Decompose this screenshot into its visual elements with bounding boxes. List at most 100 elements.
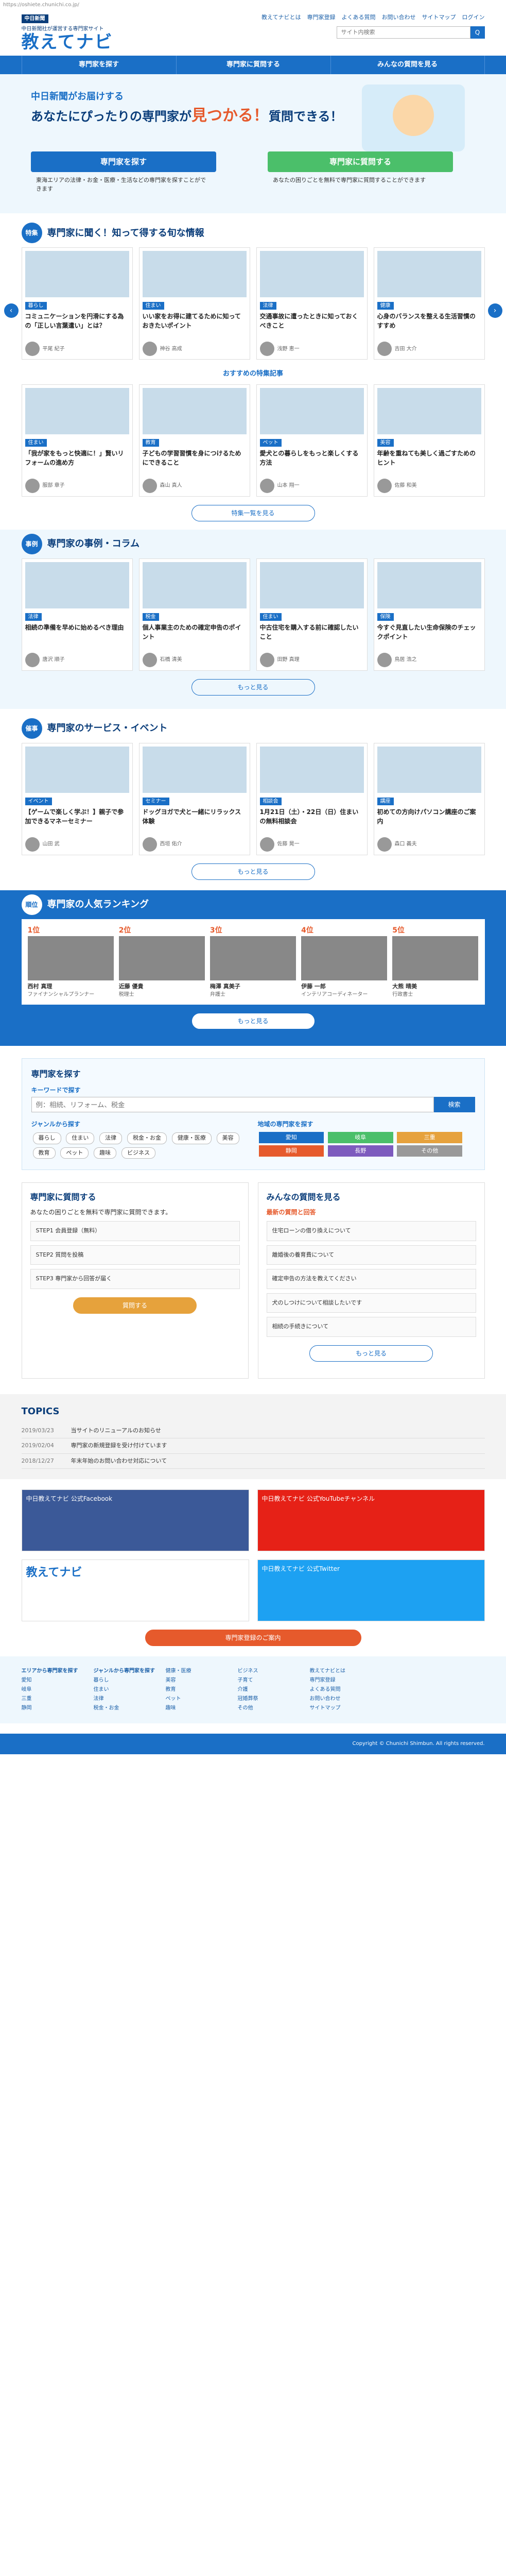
feature-card[interactable]: 法律 交通事故に遭ったときに知っておくべきこと 浅野 恵一 — [256, 247, 368, 360]
more-qa-button[interactable]: もっと見る — [309, 1345, 433, 1362]
more-ranking-button[interactable]: もっと見る — [191, 1013, 315, 1029]
genre-chip[interactable]: 暮らし — [32, 1132, 61, 1144]
more-features-button[interactable]: 特集一覧を見る — [191, 504, 315, 521]
genre-chip[interactable]: ペット — [60, 1147, 89, 1159]
expert-register-banner[interactable]: 専門家登録のご案内 — [145, 1630, 361, 1646]
feature-card[interactable]: 暮らし コミュニケーションを円滑にする為の「正しい言葉遣い」とは？ 平尾 紀子 — [21, 247, 133, 360]
hero-illustration — [362, 84, 465, 151]
area-button[interactable]: その他 — [397, 1145, 462, 1157]
expert-title: インテリアコーディネーター — [301, 992, 368, 997]
keyword-input[interactable] — [31, 1097, 434, 1112]
column-card[interactable]: 法律 相続の準備を早めに始めるべき理由 唐沢 順子 — [21, 558, 133, 671]
cta-ask-button[interactable]: 専門家に質問する — [268, 151, 453, 172]
footer-link[interactable]: 三重 — [22, 1696, 32, 1702]
ask-button[interactable]: 質問する — [73, 1297, 197, 1314]
carousel-prev-icon[interactable]: ‹ — [4, 303, 19, 318]
feature-card[interactable]: 教育 子どもの学習習慣を身につけるためにできること 森山 真人 — [138, 384, 250, 497]
feature-card[interactable]: 住まい いい家をお得に建てるために知っておきたいポイント 神谷 高成 — [138, 247, 250, 360]
ranking-item[interactable]: 5位 大熊 晴美 行政書士 — [392, 925, 479, 999]
header-link[interactable]: よくある質問 — [342, 13, 376, 22]
header-link[interactable]: 専門家登録 — [307, 13, 336, 22]
search-button[interactable]: Q — [470, 26, 485, 39]
footer-link[interactable]: その他 — [238, 1705, 253, 1711]
cta-search-button[interactable]: 専門家を探す — [31, 151, 216, 172]
ranking-item[interactable]: 1位 西村 真理 ファイナンシャルプランナー — [27, 925, 114, 999]
footer-link[interactable]: 趣味 — [166, 1705, 176, 1711]
footer-link[interactable]: 住まい — [94, 1687, 109, 1692]
footer-link[interactable]: よくある質問 — [310, 1687, 341, 1692]
facebook-banner[interactable]: 中日教えてナビ 公式Facebook — [21, 1489, 249, 1551]
hero-line2-a: あなたにぴったりの専門家が — [31, 109, 191, 124]
footer-link[interactable]: 子育て — [238, 1677, 253, 1683]
footer-link[interactable]: ビジネス — [238, 1668, 258, 1674]
header-link[interactable]: 教えてナビとは — [261, 13, 301, 22]
feature-card[interactable]: 美容 年齢を重ねても美しく過ごすためのヒント 佐藤 和美 — [373, 384, 485, 497]
area-button[interactable]: 岐阜 — [327, 1132, 393, 1143]
nav-item-search[interactable]: 専門家を探す — [21, 56, 176, 74]
event-card[interactable]: セミナー ドッグヨガで犬と一緒にリラックス体験 西垣 佑介 — [138, 742, 250, 855]
event-card[interactable]: 講座 初めての方向けパソコン講座のご案内 森口 義夫 — [373, 742, 485, 855]
keyword-search-button[interactable]: 検索 — [433, 1097, 475, 1112]
footer-link[interactable]: 愛知 — [22, 1677, 32, 1683]
footer-link[interactable]: 専門家登録 — [310, 1677, 336, 1683]
area-button[interactable]: 長野 — [327, 1145, 393, 1157]
header-link[interactable]: ログイン — [462, 13, 485, 22]
footer-link[interactable]: 介護 — [238, 1687, 248, 1692]
footer-link[interactable]: 静岡 — [22, 1705, 32, 1711]
header-link[interactable]: サイトマップ — [422, 13, 456, 22]
qa-item[interactable]: 相続の手続きについて — [266, 1317, 476, 1337]
topic-row[interactable]: 2019/03/23 当サイトのリニューアルのお知らせ — [21, 1423, 485, 1438]
feature-card[interactable]: 住まい 「我が家をもっと快適に！」賢いリフォームの進め方 服部 章子 — [21, 384, 133, 497]
area-button[interactable]: 愛知 — [258, 1132, 324, 1143]
topic-row[interactable]: 2019/02/04 専門家の新規登録を受け付けています — [21, 1438, 485, 1454]
footer-link[interactable]: 冠婚葬祭 — [238, 1696, 258, 1702]
ranking-item[interactable]: 4位 伊藤 一郎 インテリアコーディネーター — [301, 925, 388, 999]
footer-link[interactable]: ペット — [166, 1696, 181, 1702]
footer-link[interactable]: 税金・お金 — [94, 1705, 119, 1711]
qa-item[interactable]: 確定申告の方法を教えてください — [266, 1269, 476, 1289]
qa-item[interactable]: 住宅ローンの借り換えについて — [266, 1221, 476, 1241]
column-card[interactable]: 税金 個人事業主のための確定申告のポイント 石橋 清美 — [138, 558, 250, 671]
twitter-banner[interactable]: 中日教えてナビ 公式Twitter — [257, 1560, 485, 1621]
footer-link[interactable]: 美容 — [166, 1677, 176, 1683]
genre-chip[interactable]: 住まい — [66, 1132, 95, 1144]
footer-link[interactable]: お問い合わせ — [310, 1696, 341, 1702]
event-card[interactable]: 相談会 1月21日（土）・22日（日）住まいの無料相談会 佐藤 晃一 — [256, 742, 368, 855]
feature-card[interactable]: ペット 愛犬との暮らしをもっと楽しくする方法 山本 翔一 — [256, 384, 368, 497]
site-logo[interactable]: 中日新聞 中日新聞社が運営する専門家サイト 教えてナビ — [21, 13, 135, 52]
youtube-banner[interactable]: 中日教えてナビ 公式YouTubeチャンネル — [257, 1489, 485, 1551]
site-banner[interactable]: 教えてナビ — [21, 1560, 249, 1621]
column-card[interactable]: 保険 今すぐ見直したい生命保険のチェックポイント 鳥居 浩之 — [373, 558, 485, 671]
footer-link[interactable]: 法律 — [94, 1696, 104, 1702]
qa-item[interactable]: 離婚後の養育費について — [266, 1245, 476, 1265]
footer-link[interactable]: 教育 — [166, 1687, 176, 1692]
area-button[interactable]: 静岡 — [258, 1145, 324, 1157]
more-columns-button[interactable]: もっと見る — [191, 679, 315, 696]
search-input[interactable] — [336, 26, 470, 39]
column-card[interactable]: 住まい 中古住宅を購入する前に確認したいこと 田野 真理 — [256, 558, 368, 671]
feature-card[interactable]: 健康 心身のバランスを整える生活習慣のすすめ 吉田 大介 — [373, 247, 485, 360]
footer-link[interactable]: 健康・医療 — [166, 1668, 191, 1674]
genre-chip[interactable]: 法律 — [99, 1132, 123, 1144]
genre-chip[interactable]: 健康・医療 — [171, 1132, 212, 1144]
carousel-next-icon[interactable]: › — [487, 303, 502, 318]
genre-chip[interactable]: 教育 — [32, 1147, 56, 1159]
area-button[interactable]: 三重 — [397, 1132, 462, 1143]
nav-item-ask[interactable]: 専門家に質問する — [176, 56, 330, 74]
topic-row[interactable]: 2018/12/27 年末年始のお問い合わせ対応について — [21, 1454, 485, 1469]
nav-item-qa[interactable]: みんなの質問を見る — [330, 56, 485, 74]
genre-chip[interactable]: 美容 — [216, 1132, 239, 1144]
footer-link[interactable]: サイトマップ — [310, 1705, 341, 1711]
qa-item[interactable]: 犬のしつけについて相談したいです — [266, 1293, 476, 1313]
ranking-item[interactable]: 3位 梅澤 真美子 弁護士 — [210, 925, 296, 999]
more-events-button[interactable]: もっと見る — [191, 863, 315, 880]
ranking-item[interactable]: 2位 近藤 優貴 税理士 — [118, 925, 205, 999]
header-link[interactable]: お問い合わせ — [382, 13, 416, 22]
genre-chip[interactable]: ビジネス — [121, 1147, 155, 1159]
genre-chip[interactable]: 税金・お金 — [127, 1132, 167, 1144]
event-card[interactable]: イベント 【ゲームで楽しく学ぶ！】親子で参加できるマネーセミナー 山田 武 — [21, 742, 133, 855]
genre-chip[interactable]: 趣味 — [94, 1147, 117, 1159]
footer-link[interactable]: 暮らし — [94, 1677, 109, 1683]
footer-link[interactable]: 教えてナビとは — [310, 1668, 346, 1674]
footer-link[interactable]: 岐阜 — [22, 1687, 32, 1692]
